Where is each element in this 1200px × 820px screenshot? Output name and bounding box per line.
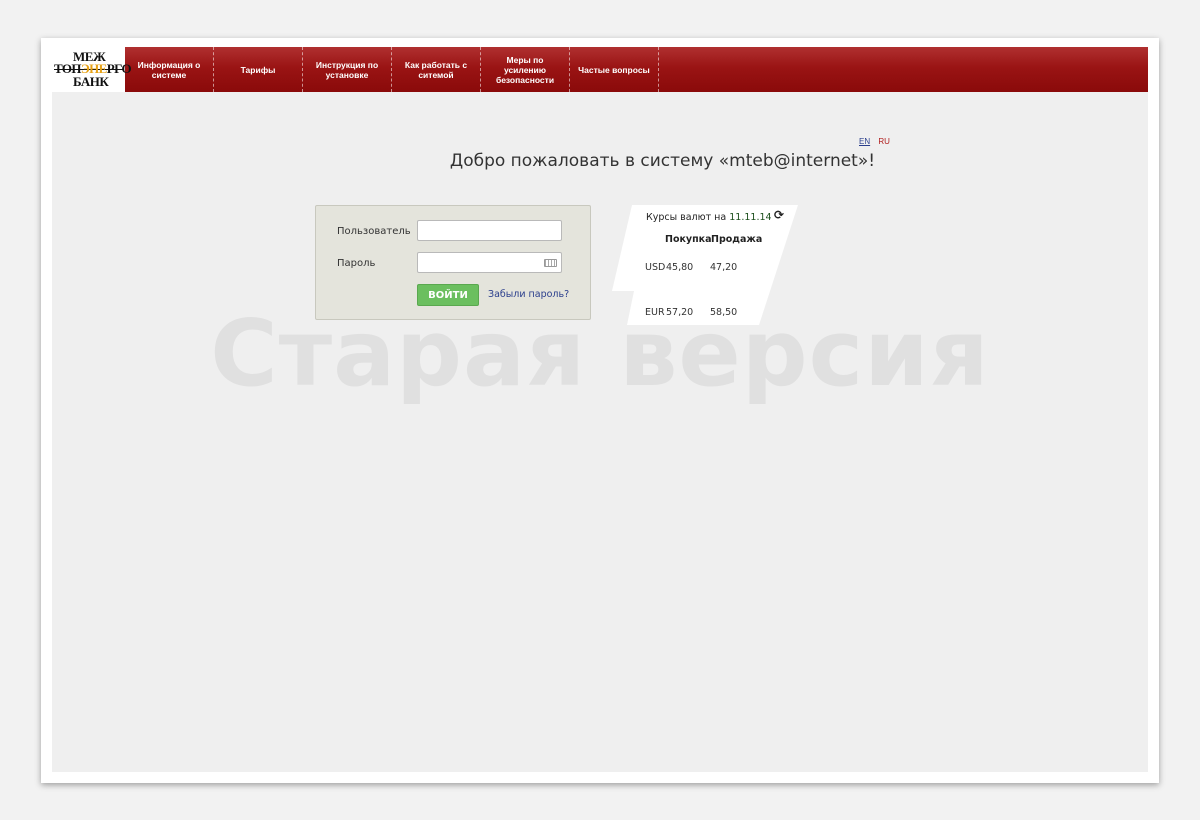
nav-item-security[interactable]: Меры по усилению безопасности bbox=[481, 47, 570, 92]
bank-logo[interactable]: МЕЖ ТОПЭНЕРГО БАНК bbox=[52, 47, 132, 92]
header-bar: МЕЖ ТОПЭНЕРГО БАНК Информация о системе … bbox=[52, 47, 1148, 92]
language-en-link[interactable]: EN bbox=[859, 137, 870, 146]
nav-item-tariffs[interactable]: Тарифы bbox=[214, 47, 303, 92]
virtual-keyboard-icon[interactable] bbox=[544, 259, 557, 267]
login-form: Пользователь Пароль ВОЙТИ Забыли пароль? bbox=[315, 205, 591, 320]
language-ru-link[interactable]: RU bbox=[878, 137, 890, 146]
rate-sell: 58,50 bbox=[710, 307, 738, 318]
old-version-watermark: Старая версия bbox=[210, 300, 990, 407]
rate-currency: EUR bbox=[645, 307, 665, 318]
rates-col-sell: Продажа bbox=[711, 234, 763, 245]
username-input[interactable] bbox=[417, 220, 562, 241]
welcome-heading: Добро пожаловать в систему «mteb@interne… bbox=[449, 151, 876, 171]
nav-item-system-info[interactable]: Информация о системе bbox=[125, 47, 214, 92]
rates-panel-background bbox=[612, 205, 798, 325]
language-switcher: EN RU bbox=[859, 137, 896, 146]
rate-currency: USD bbox=[645, 262, 666, 273]
nav-item-install-guide[interactable]: Инструкция по установке bbox=[303, 47, 392, 92]
login-button[interactable]: ВОЙТИ bbox=[417, 284, 479, 306]
logo-line-3: БАНК bbox=[73, 74, 109, 89]
password-label: Пароль bbox=[337, 258, 376, 269]
rates-col-buy: Покупка bbox=[665, 234, 712, 245]
rate-buy: 57,20 bbox=[666, 307, 694, 318]
rate-buy: 45,80 bbox=[666, 262, 694, 273]
nav-item-faq[interactable]: Частые вопросы bbox=[570, 47, 659, 92]
rate-sell: 47,20 bbox=[710, 262, 738, 273]
nav-item-how-to-work[interactable]: Как работать с ситемой bbox=[392, 47, 481, 92]
rates-date: 11.11.14 bbox=[729, 212, 772, 223]
refresh-icon[interactable]: ⟳ bbox=[774, 208, 784, 222]
main-nav: Информация о системе Тарифы Инструкция п… bbox=[125, 47, 659, 92]
page-content: МЕЖ ТОПЭНЕРГО БАНК Информация о системе … bbox=[52, 47, 1148, 772]
password-input[interactable] bbox=[417, 252, 562, 273]
page-frame: МЕЖ ТОПЭНЕРГО БАНК Информация о системе … bbox=[41, 38, 1159, 783]
exchange-rates-panel: Курсы валют на 11.11.14 ⟳ Покупка Продаж… bbox=[612, 205, 802, 325]
rates-title: Курсы валют на 11.11.14 bbox=[646, 212, 772, 223]
forgot-password-link[interactable]: Забыли пароль? bbox=[488, 289, 569, 300]
username-label: Пользователь bbox=[337, 226, 411, 237]
